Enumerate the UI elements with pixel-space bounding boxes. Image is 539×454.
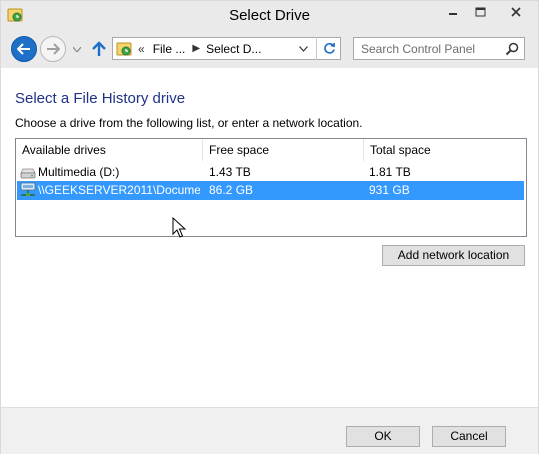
drive-list-header: Available drives Free space Total space [16, 139, 526, 161]
search-input[interactable] [354, 38, 502, 59]
drive-total-space: 1.81 TB [369, 165, 411, 179]
title-bar: Select Drive [1, 1, 538, 30]
add-network-location-button[interactable]: Add network location [382, 245, 525, 266]
cancel-button[interactable]: Cancel [432, 426, 506, 447]
drive-total-space: 931 GB [369, 183, 410, 197]
navigation-bar: « File ... ▶ Select D... [1, 30, 538, 68]
arrow-up-icon [92, 41, 106, 56]
arrow-right-icon [47, 43, 60, 55]
drive-list[interactable]: Available drives Free space Total space … [15, 138, 527, 237]
forward-button[interactable] [40, 36, 66, 62]
drive-row-selected[interactable]: \\GEEKSERVER2011\Docume... 86.2 GB 931 G… [17, 181, 524, 200]
address-bar[interactable]: « File ... ▶ Select D... [112, 37, 341, 60]
ok-button[interactable]: OK [346, 426, 420, 447]
drive-name: Multimedia (D:) [38, 165, 120, 179]
control-panel-icon [116, 42, 132, 55]
maximize-icon [475, 7, 485, 17]
minimize-button[interactable] [440, 2, 466, 22]
mouse-cursor-icon [172, 217, 186, 238]
chevron-down-icon [73, 46, 81, 52]
close-button[interactable] [494, 2, 538, 22]
drive-free-space: 86.2 GB [209, 183, 254, 197]
breadcrumb-select-drive[interactable]: Select D... [206, 42, 261, 56]
up-button[interactable] [89, 38, 109, 60]
select-drive-dialog: Select Drive « File ... ▶ Select D... Se… [0, 0, 539, 454]
page-heading: Select a File History drive [15, 90, 186, 107]
refresh-button[interactable] [316, 37, 341, 60]
chevron-down-icon [298, 46, 308, 52]
search-icon[interactable] [504, 41, 520, 57]
column-header-free-space[interactable]: Free space [203, 139, 364, 161]
minimize-icon [449, 13, 457, 15]
network-drive-icon [20, 182, 36, 196]
recent-locations-button[interactable] [71, 44, 83, 54]
address-overflow-chevron[interactable]: « [138, 42, 145, 56]
instructions-text: Choose a drive from the following list, … [15, 116, 363, 130]
hard-drive-icon [20, 168, 36, 179]
close-icon [511, 7, 521, 17]
column-header-available-drives[interactable]: Available drives [16, 139, 203, 161]
column-header-total-space[interactable]: Total space [364, 139, 526, 161]
drive-name: \\GEEKSERVER2011\Docume... [38, 183, 200, 197]
maximize-button[interactable] [467, 2, 493, 22]
search-box[interactable] [353, 37, 525, 60]
refresh-icon [323, 42, 335, 54]
breadcrumb-file-history[interactable]: File ... [153, 42, 186, 56]
arrow-left-icon [17, 43, 30, 55]
drive-free-space: 1.43 TB [209, 165, 251, 179]
drive-row[interactable]: Multimedia (D:) 1.43 TB 1.81 TB [17, 163, 524, 182]
address-dropdown-button[interactable] [296, 42, 310, 56]
back-button[interactable] [11, 36, 37, 62]
breadcrumb-separator-icon[interactable]: ▶ [192, 43, 200, 54]
